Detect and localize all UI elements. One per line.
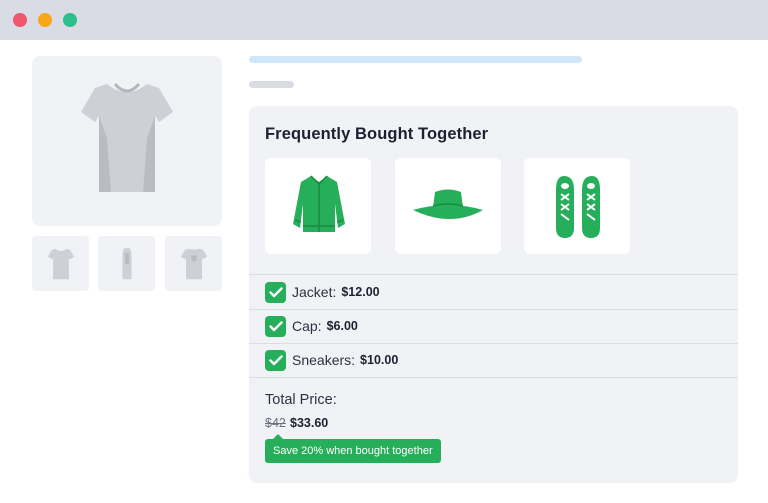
jacket-icon xyxy=(293,175,345,232)
divider xyxy=(249,377,738,378)
product-title-placeholder xyxy=(249,56,582,63)
discounted-price: $33.60 xyxy=(290,416,329,430)
sneakers-checkbox[interactable] xyxy=(265,349,286,371)
product-tile-sneakers[interactable] xyxy=(524,158,630,254)
bundle-item-cap[interactable]: Cap: $6.00 xyxy=(265,315,358,337)
total-price-label: Total Price: xyxy=(265,392,337,408)
bundle-heading: Frequently Bought Together xyxy=(265,125,489,143)
thumbnail-back[interactable] xyxy=(165,236,222,291)
close-window-button[interactable] xyxy=(13,13,27,27)
savings-badge-text: Save 20% when bought together xyxy=(273,445,433,457)
check-icon xyxy=(268,286,283,297)
tshirt-back-icon xyxy=(180,248,208,280)
maximize-window-button[interactable] xyxy=(63,13,77,27)
tshirt-icon xyxy=(81,82,173,192)
item-name: Sneakers: xyxy=(292,352,356,368)
thumbnail-side[interactable] xyxy=(98,236,155,291)
item-price: $12.00 xyxy=(341,285,380,299)
thumbnail-front[interactable] xyxy=(32,236,89,291)
product-main-image[interactable] xyxy=(32,56,222,226)
window-titlebar xyxy=(0,0,768,40)
sneakers-icon xyxy=(556,176,600,238)
item-price: $6.00 xyxy=(326,319,358,333)
item-name: Jacket: xyxy=(292,284,337,300)
frequently-bought-together-card: Frequently Bought Together Jacket: $12.0… xyxy=(249,106,738,483)
product-subtitle-placeholder xyxy=(249,81,294,88)
tshirt-side-icon xyxy=(122,248,132,280)
product-tile-jacket[interactable] xyxy=(265,158,371,254)
bundle-item-sneakers[interactable]: Sneakers: $10.00 xyxy=(265,349,398,371)
check-icon xyxy=(268,354,283,365)
item-price: $10.00 xyxy=(360,353,399,367)
hat-icon xyxy=(413,189,483,219)
divider xyxy=(249,274,738,275)
divider xyxy=(249,343,738,344)
bundle-item-jacket[interactable]: Jacket: $12.00 xyxy=(265,281,380,303)
minimize-window-button[interactable] xyxy=(38,13,52,27)
divider xyxy=(249,309,738,310)
original-price: $42 xyxy=(265,416,286,430)
tshirt-front-icon xyxy=(47,248,75,280)
savings-badge: Save 20% when bought together xyxy=(265,434,441,463)
cap-checkbox[interactable] xyxy=(265,315,286,337)
product-tile-cap[interactable] xyxy=(395,158,501,254)
badge-arrow xyxy=(273,434,283,439)
item-name: Cap: xyxy=(292,318,322,334)
check-icon xyxy=(268,320,283,331)
jacket-checkbox[interactable] xyxy=(265,281,286,303)
